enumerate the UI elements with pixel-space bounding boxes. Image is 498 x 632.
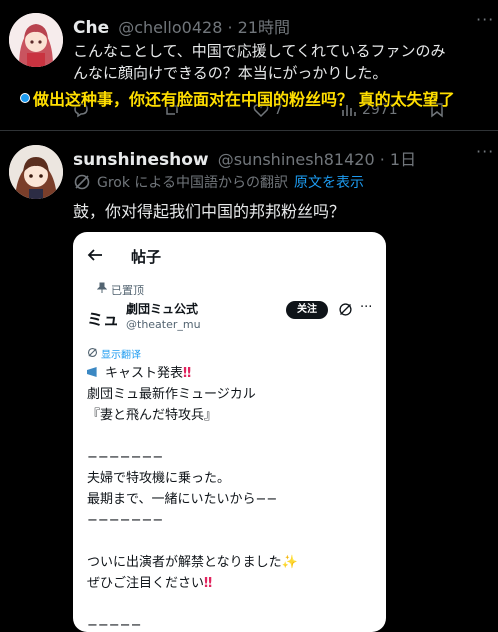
more-options-icon[interactable]: ··· [476,10,494,29]
post-text: 鼓，你对得起我们中国的邦邦粉丝吗？ [73,202,346,221]
sparkles-icon: ✨ [281,555,298,570]
grok-icon[interactable] [338,302,353,317]
subtitle-overlay: 做出这种事，你还有脸面对在中国的粉丝吗？ 真的太失望了 [20,86,455,110]
author-handle[interactable]: @sunshinesh81420 [218,150,375,169]
more-options-icon[interactable]: ··· [476,142,494,161]
post-divider [0,130,498,131]
show-translation-link[interactable]: 显示翻译 [101,346,141,361]
card-line: −−−−−−− [87,513,164,528]
back-arrow-icon[interactable] [87,248,103,262]
card-line: 『妻と飛んだ特攻兵』 [87,408,218,423]
card-line: ついに出演者が解禁となりました✨ [87,552,298,573]
post-text-line: こんなことして、中国で応援してくれているファンのみ [73,42,446,60]
author-handle[interactable]: @chello0428 [118,18,222,37]
grok-icon [74,174,90,190]
separator-dot: · [227,18,233,37]
screen-title: 帖子 [131,248,162,266]
embedded-screenshot[interactable]: 帖子 已置顶 ミュ 劇団ミュ公式 @theater_mu 关注 ··· 显示翻译… [73,232,386,632]
translation-label: Grok による中国語からの翻訳 [97,175,288,191]
post-text: こんなことして、中国で応援してくれているファンのみ んなに顔向けできるの？本当に… [73,40,498,84]
account-logo[interactable]: ミュ [87,306,119,330]
card-line: −−−−−−− [87,450,164,465]
account-handle[interactable]: @theater_mu [126,318,201,331]
card-line: キャスト発表‼ [87,363,298,384]
card-line: −−−−− [87,618,142,632]
account-name[interactable]: 劇団ミュ公式 [126,300,198,317]
post-time[interactable]: 21時間 [238,18,290,37]
card-line [87,426,298,447]
card-line [87,531,298,552]
avatar-illustration-icon [9,145,63,199]
card-text: ついに出演者が解禁となりました [87,555,282,570]
separator-dot: · [379,150,385,169]
card-line: 最期まで、一緒にいたいから−− [87,492,278,507]
pinned-label: 已置顶 [111,284,144,297]
subtitle-bullet-icon [20,93,30,103]
translate-icon [87,347,98,358]
show-original-link[interactable]: 原文を表示 [294,172,364,192]
avatar[interactable] [9,13,63,67]
card-text: ぜひご注目ください [87,576,205,591]
card-text: キャスト発表 [105,366,184,381]
author-name[interactable]: sunshineshow [73,150,209,170]
chinese-subtitle: 做出这种事，你还有脸面对在中国的粉丝吗？ 真的太失望了 [33,90,455,109]
card-post-body: キャスト発表‼ 劇団ミュ最新作ミュージカル 『妻と飛んだ特攻兵』 −−−−−−−… [87,363,298,632]
follow-button[interactable]: 关注 [286,301,328,319]
double-exclamation-icon: ‼ [183,366,192,381]
post-time[interactable]: 1日 [390,150,416,169]
card-line: 夫婦で特攻機に乗った。 [87,471,231,486]
double-exclamation-icon: ‼ [204,576,213,591]
post-text-line: んなに顔向けできるの？本当にがっかりした。 [73,64,388,82]
megaphone-icon [87,367,97,377]
avatar-illustration-icon [9,13,63,67]
card-line: ぜひご注目ください‼ [87,573,298,594]
avatar[interactable] [9,145,63,199]
pin-icon [97,282,107,293]
more-options-icon[interactable]: ··· [360,300,372,315]
card-line: 劇団ミュ最新作ミュージカル [87,387,256,402]
author-name[interactable]: Che [73,18,109,38]
card-line [87,594,298,615]
